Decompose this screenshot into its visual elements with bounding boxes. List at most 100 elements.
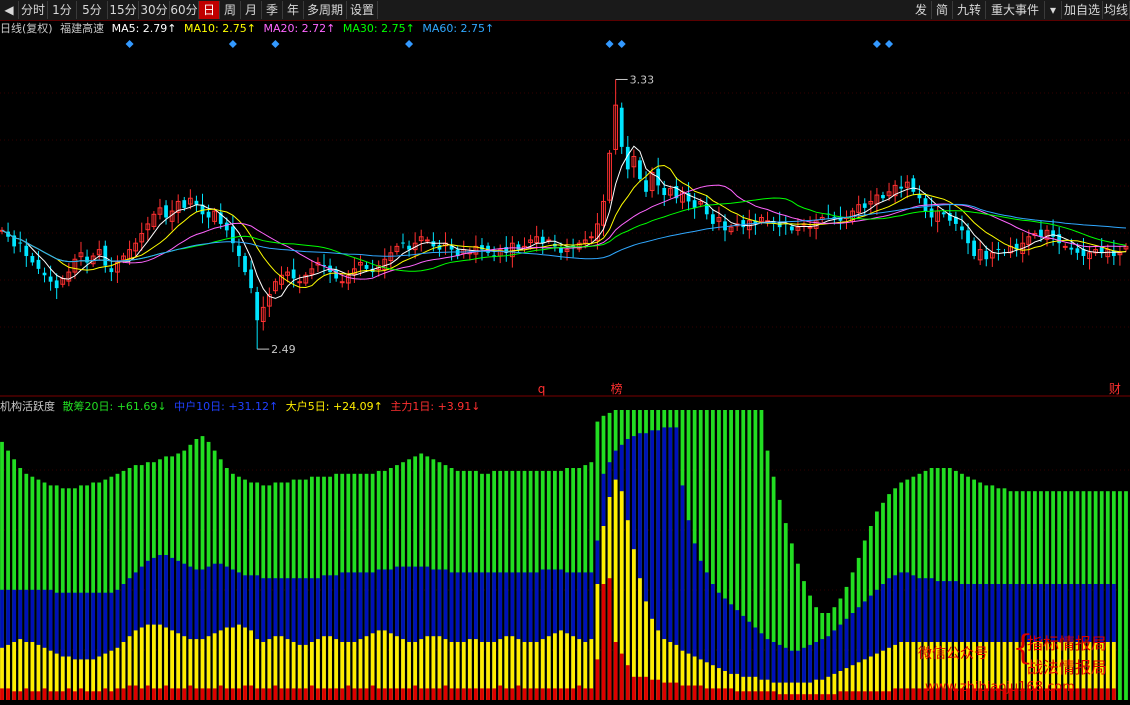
candle-body <box>710 214 715 224</box>
signal-diamond-icon <box>885 40 894 48</box>
main-bar <box>765 691 770 700</box>
candle-body <box>18 242 23 244</box>
candle-body <box>297 281 303 284</box>
main-bar <box>1075 688 1080 700</box>
main-bar <box>12 691 17 700</box>
main-bar <box>188 685 193 700</box>
main-bar <box>710 688 715 700</box>
candle-body <box>929 208 934 218</box>
candle-body <box>182 200 187 208</box>
main-bar <box>1111 688 1116 700</box>
main-bar <box>1081 688 1086 700</box>
main-bar <box>413 685 418 700</box>
main-bar <box>619 653 624 700</box>
main-bar <box>285 688 290 700</box>
main-bar <box>212 688 217 700</box>
candle-body <box>960 226 964 231</box>
main-bar <box>498 685 503 700</box>
main-bar <box>577 685 582 700</box>
main-bar <box>680 685 685 700</box>
main-bar <box>917 688 922 700</box>
main-bar <box>158 688 162 700</box>
candle-body <box>881 195 885 199</box>
candle-body <box>206 211 211 218</box>
main-bar <box>899 688 904 700</box>
candle-body <box>911 178 916 192</box>
main-bar <box>30 691 35 700</box>
candle-body <box>1075 248 1080 253</box>
main-bar <box>170 688 175 700</box>
candle-body <box>638 160 642 179</box>
signal-diamond-icon <box>405 40 414 48</box>
main-bar <box>455 688 460 700</box>
main-bar <box>224 688 229 700</box>
main-bar <box>723 688 727 700</box>
main-bar <box>388 688 393 700</box>
main-bar <box>249 685 253 700</box>
candle-body <box>723 221 727 231</box>
main-bar <box>534 688 539 700</box>
main-bar <box>820 694 825 700</box>
ma30-line <box>1 197 1127 272</box>
main-bar <box>431 688 436 700</box>
main-bar <box>625 665 630 700</box>
main-bar <box>868 691 873 700</box>
main-bar <box>370 685 375 700</box>
candle-body <box>230 226 235 244</box>
candle-body <box>36 259 41 269</box>
main-bar <box>230 688 235 700</box>
main-bar <box>182 688 187 700</box>
main-bar <box>662 682 667 700</box>
candle-body <box>899 186 904 189</box>
main-bar <box>152 688 156 700</box>
main-bar <box>601 584 606 700</box>
signal-diamond-icon <box>617 40 626 48</box>
main-bar <box>516 685 521 700</box>
main-bar <box>540 688 545 700</box>
main-bar <box>48 691 53 700</box>
main-bar <box>0 688 4 700</box>
main-bar <box>425 688 430 700</box>
main-bar <box>145 685 150 700</box>
candle-body <box>1062 245 1068 248</box>
candle-body <box>243 256 247 273</box>
main-bar <box>546 688 551 700</box>
candle-body <box>249 269 253 289</box>
candle-body <box>255 291 260 321</box>
candle-body <box>1069 247 1074 250</box>
main-bar <box>346 685 351 700</box>
candle-body <box>30 256 35 263</box>
main-bar <box>480 688 484 700</box>
main-bar <box>66 688 71 700</box>
candle-body <box>431 241 436 247</box>
candle-body <box>48 276 53 282</box>
candle-body <box>291 269 296 279</box>
main-bar <box>893 688 898 700</box>
main-bar <box>449 688 454 700</box>
candle-body <box>339 281 345 284</box>
event-label: 财 <box>1109 382 1121 396</box>
main-bar <box>60 691 65 700</box>
main-bar <box>340 688 345 700</box>
main-bar <box>382 688 387 700</box>
main-bar <box>97 691 102 700</box>
mid-value: 中户10日: +31.12↑ <box>174 400 279 413</box>
main-bar <box>668 682 673 700</box>
candle-body <box>194 200 199 205</box>
main-bar <box>364 688 369 700</box>
main-bar <box>194 688 199 700</box>
main-bar <box>297 688 302 700</box>
candle-body <box>662 187 667 196</box>
stock-chart-canvas[interactable]: 3.33 2.49 q 榜 财 <box>0 0 1130 705</box>
main-bar <box>42 688 47 700</box>
watermark-line1: 指标情报局 <box>1027 634 1108 653</box>
main-bar <box>419 688 424 700</box>
main-bar <box>862 691 867 700</box>
main-bar <box>237 688 241 700</box>
candle-body <box>224 222 229 231</box>
main-bar <box>303 688 308 700</box>
main-bar <box>595 659 600 700</box>
main-bar <box>334 688 339 700</box>
candle-body <box>1111 250 1116 257</box>
main-bar <box>808 694 812 700</box>
